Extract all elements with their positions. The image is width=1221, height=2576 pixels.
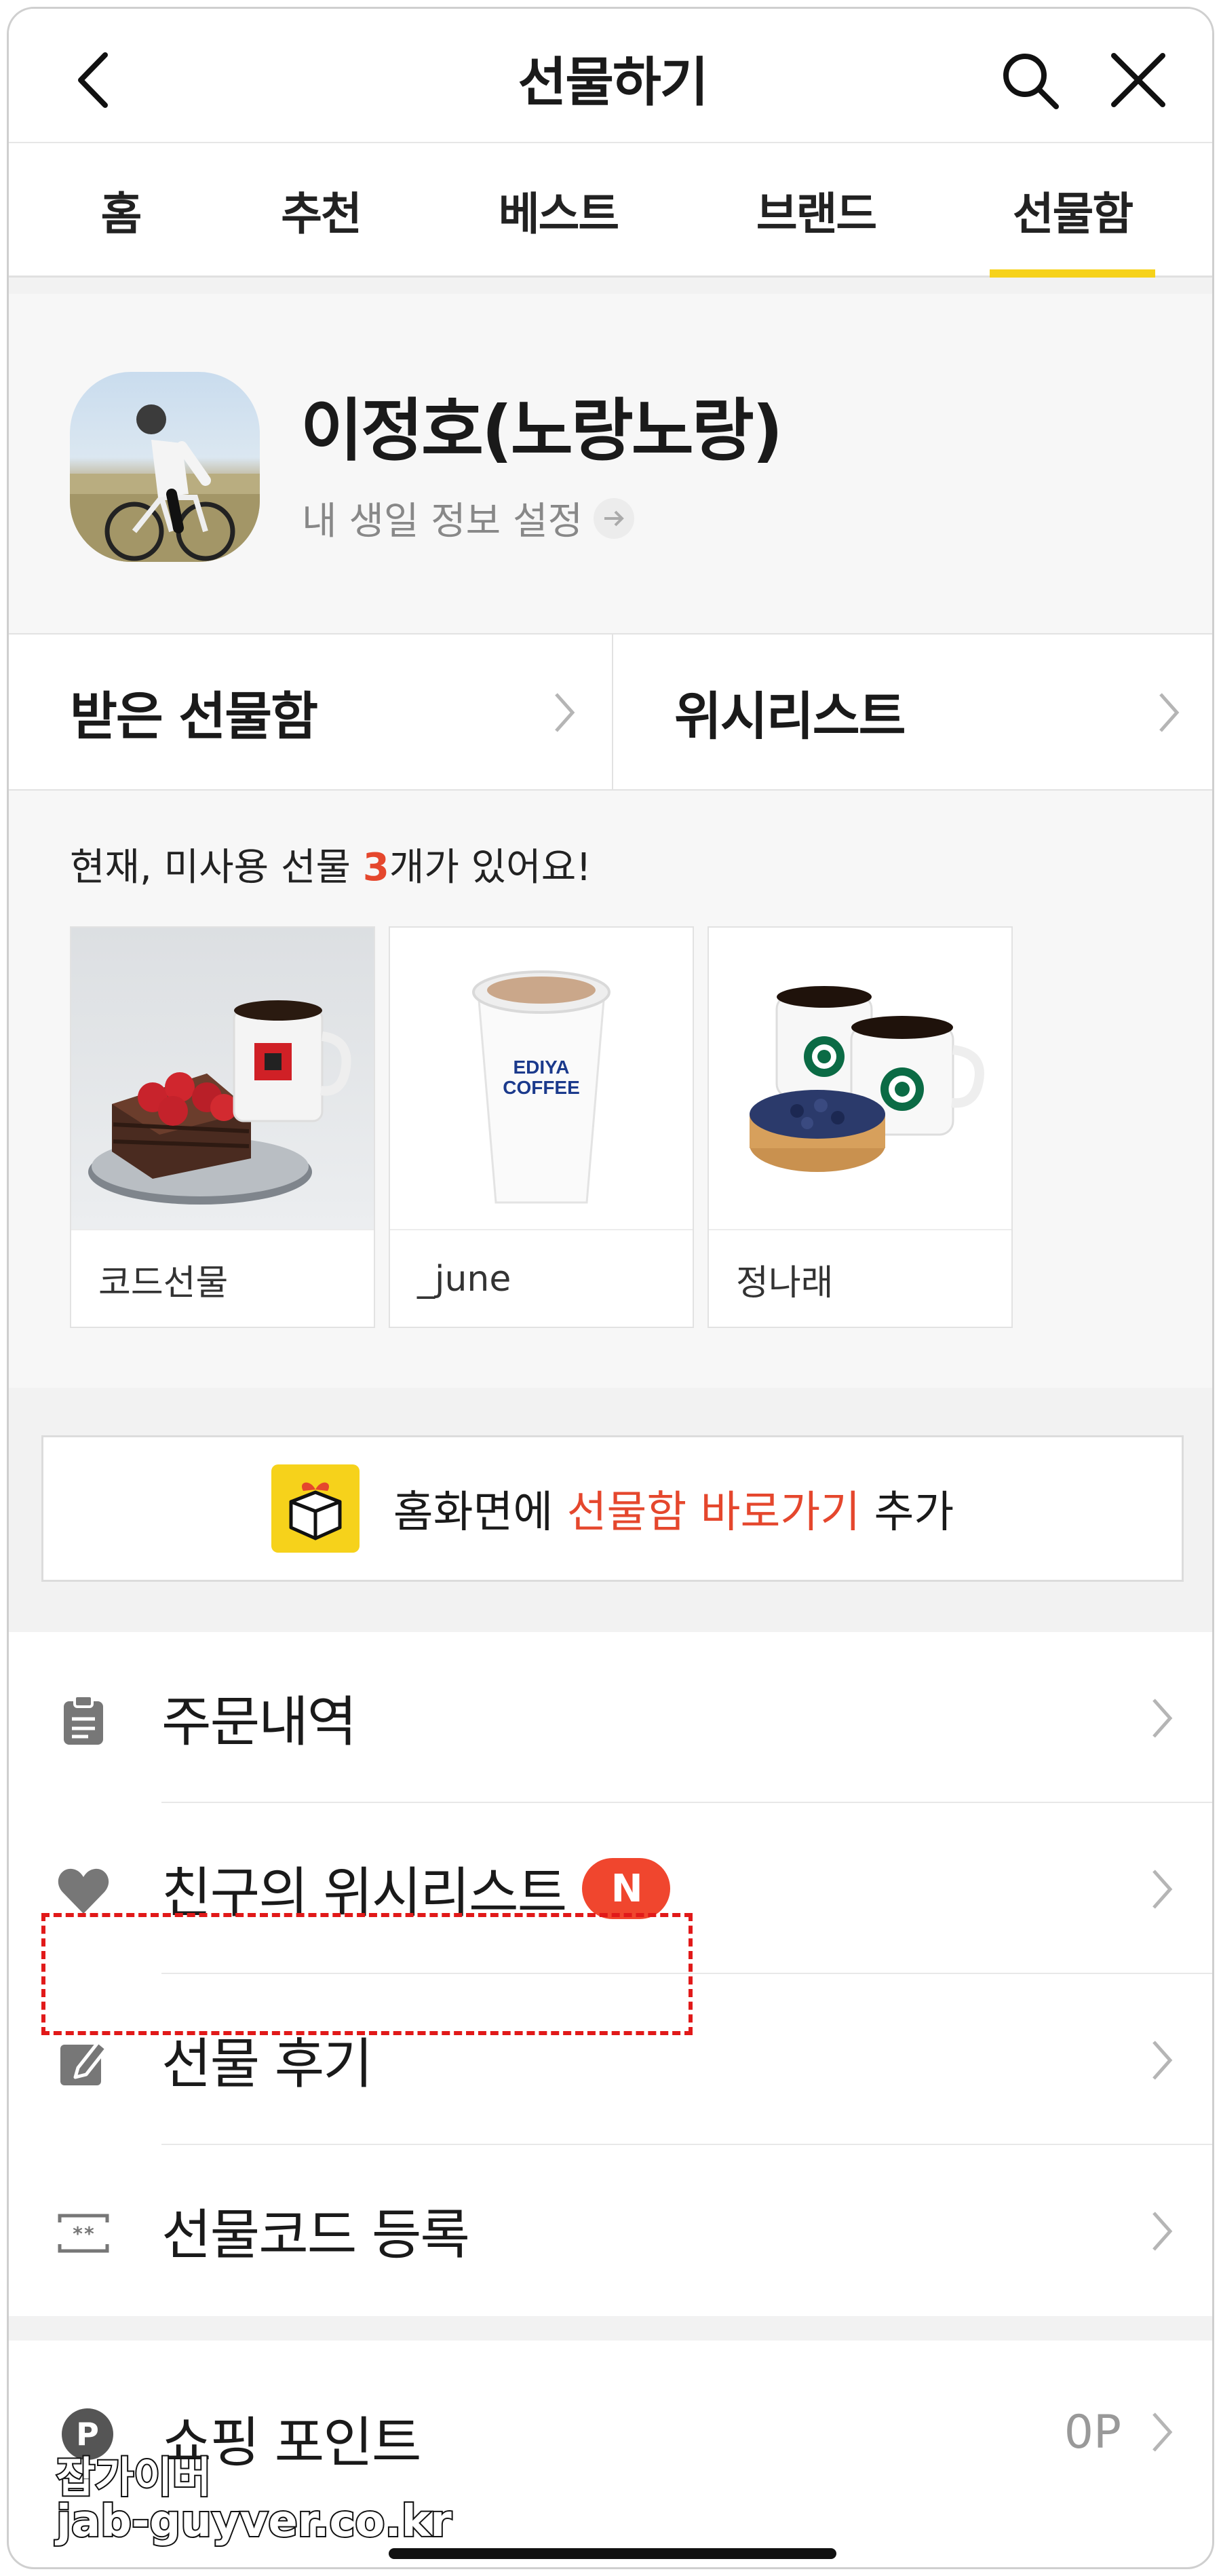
heart-icon (56, 1864, 111, 1918)
home-indicator[interactable] (389, 2548, 836, 2559)
svg-text:**: ** (72, 2222, 95, 2245)
unused-count: 3 (362, 846, 389, 890)
avatar[interactable] (70, 372, 260, 562)
cyclist-photo (70, 404, 260, 562)
wishlist-button[interactable]: 위시리스트 (612, 634, 1212, 789)
gift-box-icon (271, 1464, 360, 1553)
giftbox-shortcuts: 받은 선물함 위시리스트 (9, 633, 1212, 791)
chevron-right-icon (1152, 2212, 1173, 2251)
edit-icon (56, 2035, 111, 2089)
gift-sender: 정나래 (736, 1262, 834, 1304)
app-frame: 선물하기 홈 추천 베스트 브랜드 선물함 이정호(노랑노랑) 내 생일 정보 … (7, 7, 1214, 2569)
menu-label-gift-code: 선물코드 등록 (161, 2203, 470, 2267)
cup-text-line1: EDIYA (513, 1057, 569, 1078)
menu-item-gift-code[interactable]: ** 선물코드 등록 (9, 2145, 1212, 2316)
gift-card[interactable]: EDIYA COFFEE _june (389, 926, 694, 1328)
gift-card[interactable]: 정나래 (708, 926, 1013, 1328)
banner-highlight: 선물함 바로가기 (566, 1488, 861, 1538)
clipboard-icon (56, 1693, 111, 1747)
chevron-right-icon (1152, 2041, 1173, 2080)
gift-card[interactable]: 코드선물 (70, 926, 375, 1328)
gift-code-icon: ** (56, 2206, 111, 2260)
header: 선물하기 (9, 9, 1212, 142)
received-giftbox-label: 받은 선물함 (70, 686, 318, 746)
profile-section: 이정호(노랑노랑) 내 생일 정보 설정 (9, 294, 1212, 633)
tab-giftbox[interactable]: 선물함 (990, 143, 1155, 279)
ediya-coffee-image: EDIYA COFFEE (390, 928, 693, 1230)
chevron-right-icon (555, 693, 575, 732)
tab-brand[interactable]: 브랜드 (714, 143, 918, 277)
shortcut-banner-area: 홈화면에 선물함 바로가기 추가 (9, 1388, 1212, 1632)
add-shortcut-banner[interactable]: 홈화면에 선물함 바로가기 추가 (41, 1435, 1184, 1582)
tab-bar: 홈 추천 베스트 브랜드 선물함 (9, 142, 1212, 279)
watermark-line1: 잡가이버 (55, 2452, 212, 2502)
birthday-settings-link[interactable]: 내 생일 정보 설정 (302, 491, 635, 546)
gift-sender: _june (417, 1259, 511, 1300)
birthday-settings-label: 내 생일 정보 설정 (302, 499, 583, 544)
tab-home[interactable]: 홈 (56, 143, 185, 277)
gift-sender: 코드선물 (98, 1262, 229, 1304)
search-button[interactable] (992, 43, 1067, 117)
new-badge: N (582, 1858, 671, 1919)
close-icon (1111, 53, 1165, 107)
highlight-dashed-box (41, 1913, 693, 2035)
chevron-right-icon (1152, 2412, 1173, 2452)
watermark: 잡가이버 jab-guyver.co.kr (55, 2452, 453, 2547)
divider-band (9, 2316, 1212, 2341)
banner-text: 홈화면에 선물함 바로가기 추가 (393, 1488, 954, 1538)
wishlist-label: 위시리스트 (674, 686, 906, 746)
points-value: 0P (1064, 2406, 1121, 2459)
profile-name: 이정호(노랑노랑) (301, 391, 783, 470)
starbucks-image (709, 928, 1011, 1230)
menu-label-orders: 주문내역 (161, 1690, 357, 1754)
received-giftbox-button[interactable]: 받은 선물함 (9, 634, 612, 789)
tab-best[interactable]: 베스트 (457, 143, 660, 277)
search-icon (1003, 54, 1059, 109)
gift-cards: 코드선물 EDIYA COFFEE _june 정나래 (70, 926, 1013, 1328)
menu-item-orders[interactable]: 주문내역 (9, 1632, 1212, 1803)
arrow-right-icon (594, 497, 635, 539)
chevron-right-icon (1152, 1870, 1173, 1909)
tab-recommend[interactable]: 추천 (239, 143, 402, 277)
unused-gifts-section: 현재, 미사용 선물 3개가 있어요! 코드선물 EDIYA COFFEE _j… (9, 791, 1212, 1388)
unused-gifts-text: 현재, 미사용 선물 3개가 있어요! (70, 846, 592, 890)
watermark-line2: jab-guyver.co.kr (55, 2497, 453, 2547)
cup-text-line2: COFFEE (503, 1077, 580, 1098)
chevron-right-icon (1159, 693, 1180, 732)
cake-coffee-image (71, 928, 374, 1230)
close-button[interactable] (1101, 43, 1176, 117)
chevron-right-icon (1152, 1699, 1173, 1738)
divider-band (9, 278, 1212, 294)
